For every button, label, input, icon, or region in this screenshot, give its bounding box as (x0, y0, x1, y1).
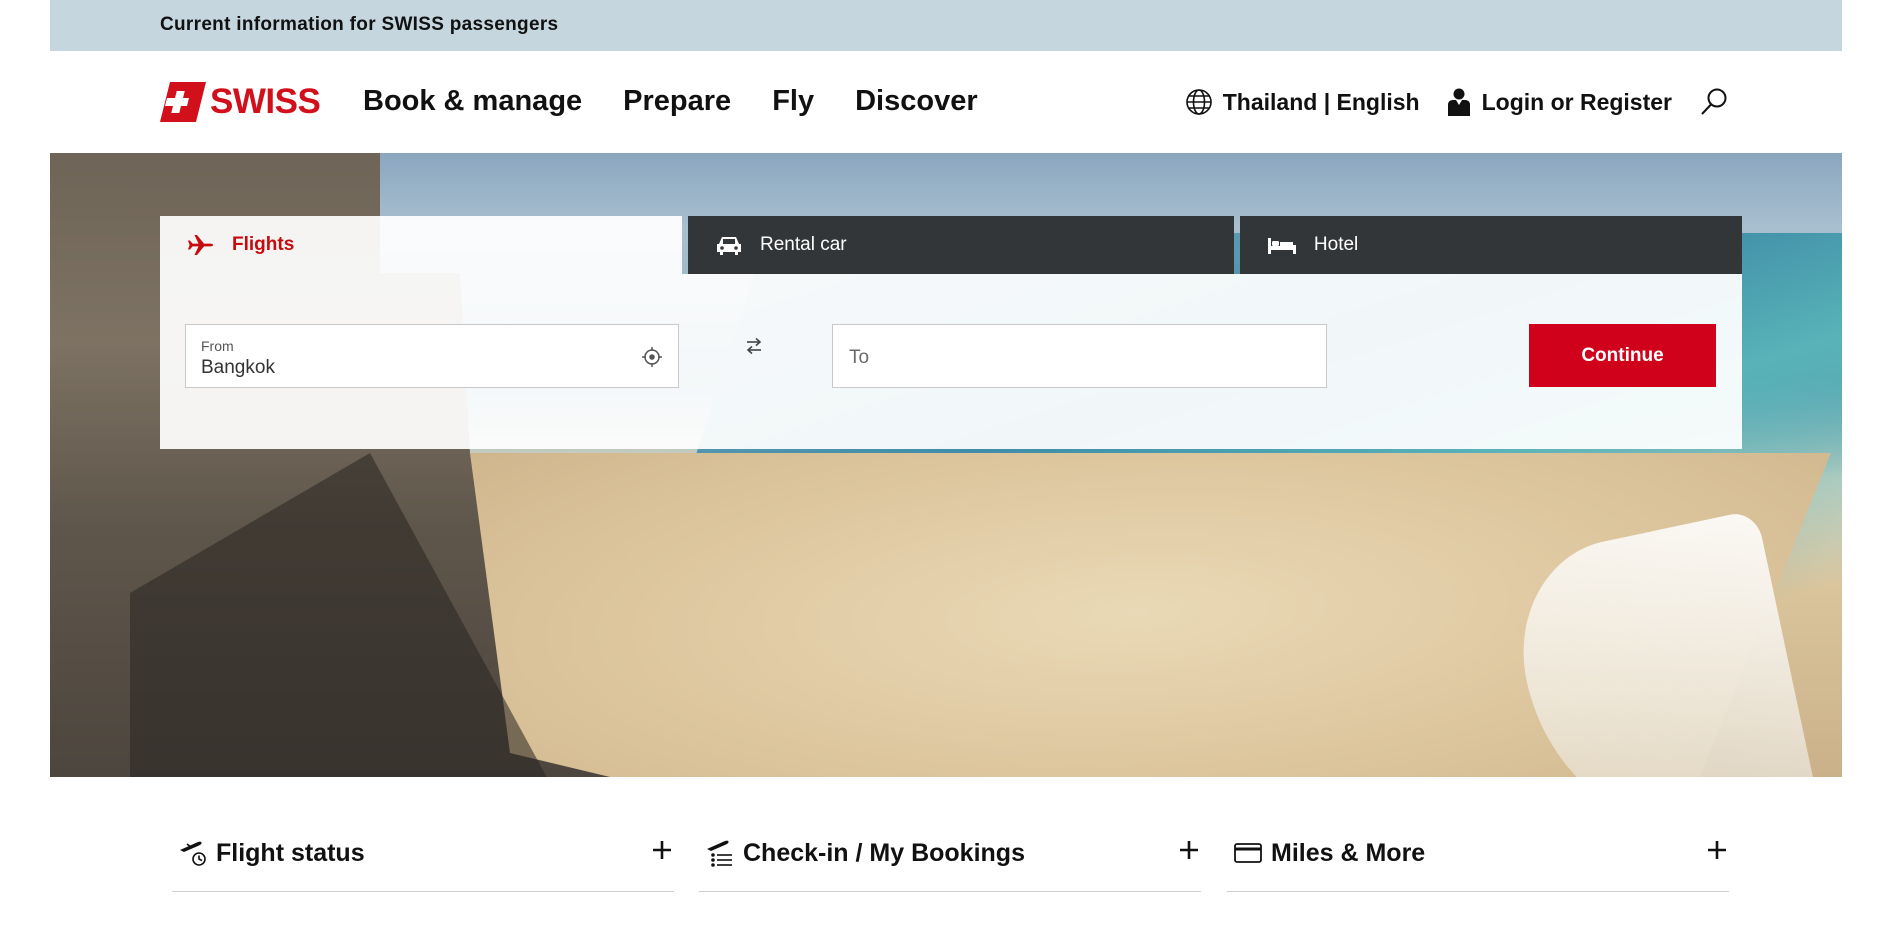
expand-plus-icon[interactable] (1179, 840, 1199, 860)
tab-rental-car-label: Rental car (760, 234, 847, 255)
quicklink-check-in[interactable]: Check-in / My Bookings (699, 826, 1201, 892)
plane-icon (188, 235, 213, 255)
card-icon (1234, 843, 1262, 863)
tab-hotel-label: Hotel (1313, 234, 1359, 255)
locale-label: Thailand | English (1222, 88, 1420, 115)
nav-prepare[interactable]: Prepare (623, 81, 731, 121)
check-in-icon (707, 840, 732, 867)
tab-flights-label: Flights (232, 234, 295, 255)
expand-plus-icon[interactable] (652, 840, 672, 860)
quicklink-flight-status[interactable]: Flight status (172, 826, 674, 892)
brand-name: SWISS (210, 82, 321, 121)
nav-book-manage[interactable]: Book & manage (363, 81, 582, 121)
page: Current information for SWISS passengers… (50, 0, 1842, 927)
from-value[interactable]: Bangkok (201, 357, 275, 379)
login-label: Login or Register (1481, 88, 1672, 115)
tab-hotel[interactable]: Hotel (1239, 216, 1742, 274)
info-bar-text[interactable]: Current information for SWISS passengers (160, 14, 558, 36)
to-placeholder: To (849, 347, 870, 368)
swap-airports-button[interactable] (745, 337, 763, 360)
booking-tabs: Flights Rental car Hotel (160, 216, 1742, 274)
quicklink-miles-more[interactable]: Miles & More (1227, 826, 1729, 892)
globe-icon (1185, 89, 1212, 115)
flight-status-icon (180, 841, 206, 866)
from-field[interactable]: From Bangkok (185, 324, 679, 388)
info-bar[interactable]: Current information for SWISS passengers (50, 0, 1842, 51)
tab-rental-car[interactable]: Rental car (688, 216, 1234, 274)
site-header: SWISS Book & manage Prepare Fly Discover… (50, 51, 1842, 153)
header-utilities: Thailand | English Login or Register (1185, 81, 1730, 123)
to-field[interactable]: To (832, 324, 1327, 388)
continue-button[interactable]: Continue (1529, 324, 1716, 387)
tab-flights[interactable]: Flights (160, 216, 682, 274)
continue-label: Continue (1581, 344, 1664, 366)
swiss-flag-icon (160, 82, 206, 122)
nav-discover[interactable]: Discover (855, 81, 978, 121)
car-icon (717, 237, 741, 255)
locale-selector[interactable]: Thailand | English (1185, 88, 1420, 116)
swap-arrows-icon (746, 337, 762, 355)
nav-fly[interactable]: Fly (772, 81, 814, 121)
flight-search-panel: From Bangkok To Continue (160, 274, 1742, 449)
quicklink-check-in-label: Check-in / My Bookings (743, 839, 1025, 867)
locate-me-icon[interactable] (642, 347, 662, 367)
user-icon (1447, 88, 1470, 116)
search-icon (1701, 88, 1727, 115)
expand-plus-icon[interactable] (1707, 840, 1727, 860)
swiss-logo[interactable]: SWISS (160, 82, 321, 122)
login-link[interactable]: Login or Register (1447, 88, 1672, 116)
bed-icon (1267, 238, 1296, 254)
from-label: From (201, 338, 234, 354)
search-button[interactable] (1698, 86, 1730, 118)
quicklink-miles-more-label: Miles & More (1271, 839, 1426, 867)
quicklink-flight-status-label: Flight status (216, 839, 365, 867)
main-nav: Book & manage Prepare Fly Discover (363, 81, 978, 121)
